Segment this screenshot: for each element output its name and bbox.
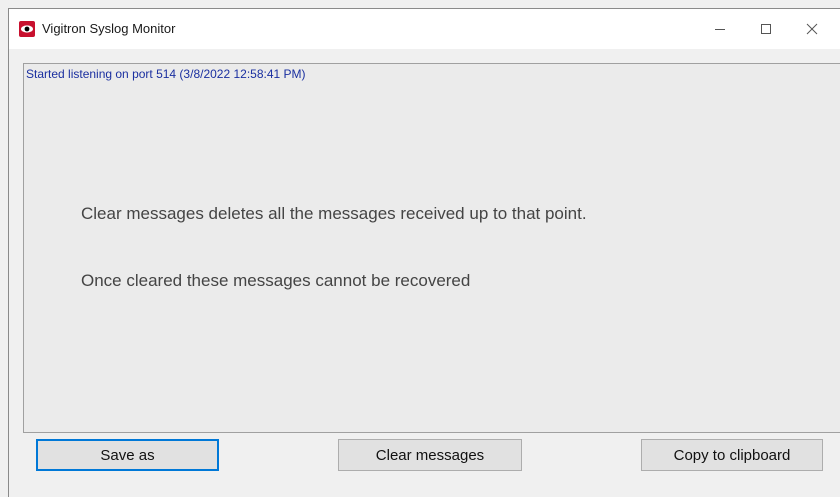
- eye-icon: [19, 21, 35, 37]
- minimize-icon[interactable]: [697, 9, 743, 49]
- info-clear-description: Clear messages deletes all the messages …: [81, 204, 587, 223]
- close-icon[interactable]: [789, 9, 835, 49]
- clear-messages-button[interactable]: Clear messages: [338, 439, 522, 471]
- maximize-icon[interactable]: [743, 9, 789, 49]
- info-clear-warning: Once cleared these messages cannot be re…: [81, 271, 471, 290]
- log-message-line: Started listening on port 514 (3/8/2022 …: [26, 67, 306, 81]
- title-bar[interactable]: Vigitron Syslog Monitor: [9, 9, 840, 49]
- save-as-button[interactable]: Save as: [36, 439, 219, 471]
- copy-to-clipboard-button[interactable]: Copy to clipboard: [641, 439, 823, 471]
- window-title: Vigitron Syslog Monitor: [42, 21, 176, 36]
- app-window: Vigitron Syslog Monitor Started listenin…: [8, 8, 840, 497]
- message-log[interactable]: Started listening on port 514 (3/8/2022 …: [23, 63, 840, 433]
